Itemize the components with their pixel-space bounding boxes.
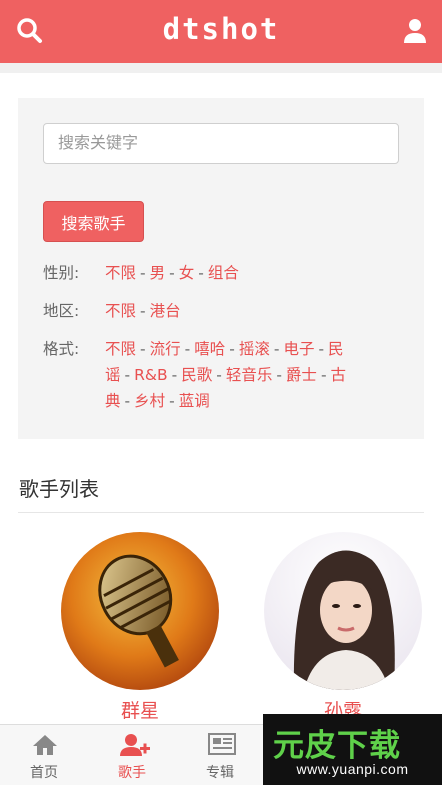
filter-option[interactable]: 蓝调 xyxy=(179,392,210,410)
singer-name: 群星 xyxy=(120,700,159,722)
nav-label: 歌手 xyxy=(118,765,146,781)
region-filter-options: 不限 - 港台 xyxy=(105,302,181,320)
app-title: dtshot xyxy=(162,12,280,46)
filter-option[interactable]: 爵士 xyxy=(286,366,317,384)
singer-card[interactable]: 孙露 xyxy=(263,532,423,723)
singer-list-title: 歌手列表 xyxy=(19,477,99,501)
filter-option[interactable]: 电子 xyxy=(283,340,314,358)
filter-option[interactable]: 嘻哈 xyxy=(194,340,225,358)
filter-option[interactable]: 乡村 xyxy=(134,392,165,410)
filter-option[interactable]: 不限 xyxy=(105,340,136,358)
style-filter-label: 格式: xyxy=(43,340,80,358)
filter-option[interactable]: 男 xyxy=(150,264,166,282)
watermark-logo: 元皮下载 www.yuanpi.com xyxy=(263,714,442,785)
filter-option[interactable]: 民歌 xyxy=(181,366,212,384)
watermark-text: 元皮下载 xyxy=(273,728,401,764)
nav-label: 首页 xyxy=(30,765,58,781)
nav-albums[interactable]: 专辑 xyxy=(176,725,264,785)
search-singer-button[interactable]: 搜索歌手 xyxy=(43,201,144,242)
style-filter-options: 不限 - 流行 - 嘻哈 - 摇滚 - 电子 - 民谣 - R&B - 民歌 - 轻音乐 - 爵士 - 古典 - 乡村 - 蓝调 xyxy=(105,340,347,410)
divider xyxy=(18,512,424,513)
filter-option[interactable]: 女 xyxy=(179,264,195,282)
user-icon[interactable] xyxy=(400,16,430,46)
filter-option[interactable]: 不限 xyxy=(105,302,136,320)
gender-filter-label: 性别: xyxy=(43,264,80,282)
nav-label: 专辑 xyxy=(206,765,234,781)
nav-singers[interactable]: 歌手 xyxy=(88,725,176,785)
singer-avatar xyxy=(61,532,219,690)
filter-panel: 搜索歌手 性别: 不限-男-女-组合 地区: 不限-港台 格式: 不限-流行-嘻… xyxy=(18,98,424,439)
filter-option[interactable]: 组合 xyxy=(208,264,239,282)
singer-card[interactable]: 群星 xyxy=(60,532,220,723)
search-input[interactable] xyxy=(43,123,399,164)
top-bar: dtshot xyxy=(0,0,442,63)
nav-home[interactable]: 首页 xyxy=(0,725,88,785)
header-shadow-strip xyxy=(0,63,442,73)
filter-option[interactable]: R&B xyxy=(134,366,168,384)
watermark-url: www.yuanpi.com xyxy=(296,761,409,777)
album-icon xyxy=(208,733,236,757)
filter-option[interactable]: 港台 xyxy=(150,302,181,320)
filter-option[interactable]: 流行 xyxy=(150,340,181,358)
singer-avatar xyxy=(264,532,422,690)
filter-option[interactable]: 轻音乐 xyxy=(226,366,273,384)
add-user-icon xyxy=(120,733,150,757)
filter-option[interactable]: 摇滚 xyxy=(239,340,270,358)
gender-filter-options: 不限 - 男 - 女 - 组合 xyxy=(105,264,239,282)
home-icon xyxy=(32,733,58,757)
filter-option[interactable]: 不限 xyxy=(105,264,136,282)
region-filter-label: 地区: xyxy=(43,302,80,320)
